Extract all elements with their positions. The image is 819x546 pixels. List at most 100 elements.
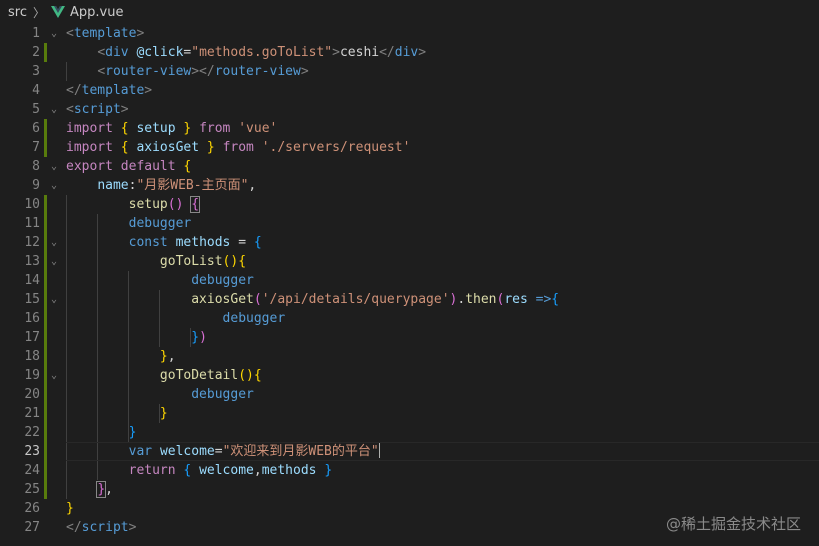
code-text[interactable]: } [66, 499, 74, 518]
code-line[interactable]: 16 debugger [0, 309, 819, 328]
code-text[interactable]: }, [66, 347, 176, 366]
code-token: ) [199, 330, 207, 345]
code-text[interactable]: } [66, 423, 137, 442]
code-token: , [167, 349, 176, 364]
code-text[interactable]: return { welcome,methods } [66, 461, 333, 480]
git-modified-marker[interactable] [44, 480, 47, 499]
code-text[interactable]: axiosGet('/api/details/querypage').then(… [66, 290, 559, 309]
line-number: 4 [32, 83, 40, 98]
code-token: return [128, 463, 184, 478]
code-line[interactable]: 3 <router-view></router-view> [0, 62, 819, 81]
code-token: welcome [199, 463, 254, 478]
code-line[interactable]: 19 ⌄ goToDetail(){ [0, 366, 819, 385]
code-text[interactable]: const methods = { [66, 233, 262, 252]
code-editor[interactable]: 1 ⌄ <template> 2 <div @click="methods.goToL… [0, 24, 819, 546]
code-line[interactable]: 21 } [0, 404, 819, 423]
code-line[interactable]: 17 }) [0, 328, 819, 347]
code-line[interactable]: 12 ⌄ const methods = { [0, 233, 819, 252]
breadcrumb-file[interactable]: App.vue [70, 5, 123, 20]
code-text[interactable]: </template> [66, 81, 152, 100]
code-text[interactable]: import { setup } from 'vue' [66, 119, 277, 138]
code-text[interactable]: <div @click="methods.goToList">ceshi</di… [66, 43, 426, 62]
git-modified-marker[interactable] [44, 442, 47, 461]
fold-chevron-icon[interactable]: ⌄ [48, 157, 60, 176]
git-modified-marker[interactable] [44, 290, 47, 309]
code-text[interactable]: }) [66, 328, 207, 347]
code-text[interactable]: name:"月影WEB-主页面", [66, 176, 256, 195]
code-token: </ [66, 520, 82, 535]
code-text[interactable]: debugger [66, 309, 286, 328]
code-line[interactable]: 22 } [0, 423, 819, 442]
code-line[interactable]: 7 import { axiosGet } from './servers/req… [0, 138, 819, 157]
git-modified-marker[interactable] [44, 366, 47, 385]
code-text[interactable]: goToList(){ [66, 252, 246, 271]
code-token: > [136, 26, 145, 41]
code-line[interactable]: 14 debugger [0, 271, 819, 290]
code-line[interactable]: 23 var welcome="欢迎来到月影WEB的平台" [0, 442, 819, 461]
fold-chevron-icon[interactable]: ⌄ [48, 366, 60, 385]
code-line[interactable]: 25 }, [0, 480, 819, 499]
git-modified-marker[interactable] [44, 119, 47, 138]
git-modified-marker[interactable] [44, 214, 47, 233]
code-line[interactable]: 8 ⌄ export default { [0, 157, 819, 176]
code-line[interactable]: 13 ⌄ goToList(){ [0, 252, 819, 271]
code-text[interactable]: debugger [66, 271, 254, 290]
git-modified-marker[interactable] [44, 347, 47, 366]
git-modified-marker[interactable] [44, 309, 47, 328]
code-token: } [206, 140, 223, 155]
fold-chevron-icon[interactable]: ⌄ [48, 252, 60, 271]
code-line[interactable]: 11 debugger [0, 214, 819, 233]
code-token: debugger [222, 311, 286, 326]
code-token: } [324, 463, 333, 478]
git-modified-marker[interactable] [44, 423, 47, 442]
git-modified-marker[interactable] [44, 195, 47, 214]
line-number: 7 [32, 140, 40, 155]
fold-chevron-icon[interactable]: ⌄ [48, 176, 60, 195]
line-number: 3 [32, 64, 40, 79]
git-modified-marker[interactable] [44, 328, 47, 347]
line-number: 12 [24, 235, 40, 250]
git-modified-marker[interactable] [44, 461, 47, 480]
fold-chevron-icon[interactable]: ⌄ [48, 233, 60, 252]
code-text[interactable]: import { axiosGet } from './servers/requ… [66, 138, 410, 157]
code-text[interactable]: <router-view></router-view> [66, 62, 308, 81]
code-line[interactable]: 4 </template> [0, 81, 819, 100]
git-modified-marker[interactable] [44, 271, 47, 290]
code-text[interactable]: export default { [66, 157, 191, 176]
code-line[interactable]: 15 ⌄ axiosGet('/api/details/querypage').t… [0, 290, 819, 309]
fold-chevron-icon[interactable]: ⌄ [48, 290, 60, 309]
code-line[interactable]: 9 ⌄ name:"月影WEB-主页面", [0, 176, 819, 195]
code-line[interactable]: 18 }, [0, 347, 819, 366]
code-line[interactable]: 20 debugger [0, 385, 819, 404]
code-text[interactable]: </script> [66, 518, 136, 537]
fold-chevron-icon[interactable]: ⌄ [48, 24, 60, 43]
fold-chevron-icon[interactable]: ⌄ [48, 100, 60, 119]
code-text[interactable]: <template> [66, 24, 144, 43]
git-modified-marker[interactable] [44, 233, 47, 252]
git-modified-marker[interactable] [44, 404, 47, 423]
breadcrumb-folder[interactable]: src [8, 5, 27, 20]
code-line[interactable]: 6 import { setup } from 'vue' [0, 119, 819, 138]
code-line[interactable]: 1 ⌄ <template> [0, 24, 819, 43]
code-line[interactable]: 24 return { welcome,methods } [0, 461, 819, 480]
code-text[interactable]: var welcome="欢迎来到月影WEB的平台" [66, 442, 380, 461]
git-modified-marker[interactable] [44, 385, 47, 404]
code-line[interactable]: 2 <div @click="methods.goToList">ceshi</… [0, 43, 819, 62]
code-text[interactable]: debugger [66, 214, 192, 233]
code-text[interactable]: setup() { [66, 195, 201, 214]
git-modified-marker[interactable] [44, 138, 47, 157]
code-text[interactable]: goToDetail(){ [66, 366, 262, 385]
code-text[interactable]: <script> [66, 100, 129, 119]
code-text[interactable]: } [66, 404, 168, 423]
code-line[interactable]: 10 setup() { [0, 195, 819, 214]
code-text[interactable]: }, [66, 480, 113, 499]
git-modified-marker[interactable] [44, 252, 47, 271]
vue-file-icon [51, 6, 65, 18]
code-line[interactable]: 5 ⌄ <script> [0, 100, 819, 119]
git-modified-marker[interactable] [44, 43, 47, 62]
code-text[interactable]: debugger [66, 385, 254, 404]
